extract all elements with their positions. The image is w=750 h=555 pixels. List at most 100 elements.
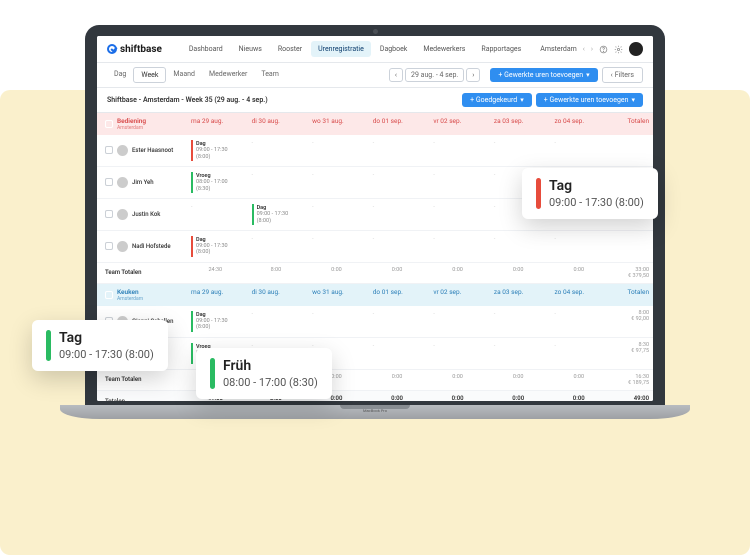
checkbox[interactable] bbox=[105, 242, 113, 250]
shift-color-bar bbox=[46, 330, 51, 361]
day-cell[interactable]: - bbox=[306, 167, 367, 198]
day-cell[interactable]: - bbox=[246, 167, 307, 198]
day-cell[interactable]: - bbox=[488, 135, 549, 166]
day-cell[interactable]: - bbox=[548, 338, 609, 369]
day-cell[interactable]: - bbox=[548, 231, 609, 262]
filters-button[interactable]: ‹Filters bbox=[602, 67, 643, 83]
chevron-left-icon[interactable]: ‹ bbox=[583, 45, 585, 53]
day-cell[interactable]: - bbox=[306, 306, 367, 337]
row-total: 8:00€ 92,00 bbox=[609, 306, 653, 337]
shift-card-detail: 09:00 - 17:30 (8:00) bbox=[549, 196, 644, 209]
nav-nieuws[interactable]: Nieuws bbox=[232, 41, 269, 57]
shift-block[interactable]: Dag09:00 - 17:30 (8:00) bbox=[252, 204, 301, 225]
chevron-down-icon: ▾ bbox=[586, 71, 590, 79]
view-tab-medewerker[interactable]: Medewerker bbox=[202, 67, 254, 83]
employee-name: Ester Haasnoot bbox=[132, 147, 173, 154]
nav-rapportages[interactable]: Rapportages bbox=[474, 41, 528, 57]
day-cell[interactable]: - bbox=[367, 135, 428, 166]
day-cell[interactable]: - bbox=[185, 199, 246, 230]
view-tab-team[interactable]: Team bbox=[254, 67, 286, 83]
day-cell[interactable]: - bbox=[306, 199, 367, 230]
view-tab-dag[interactable]: Dag bbox=[107, 67, 133, 83]
day-cell[interactable]: Dag09:00 - 17:30 (8:00) bbox=[185, 231, 246, 262]
day-cell[interactable]: - bbox=[427, 231, 488, 262]
day-cell[interactable]: - bbox=[427, 199, 488, 230]
day-header: zo 04 sep. bbox=[548, 113, 609, 135]
main-nav: DashboardNieuwsRoosterUrenregistratieDag… bbox=[182, 41, 528, 57]
day-cell[interactable]: - bbox=[367, 199, 428, 230]
row-total bbox=[609, 135, 653, 166]
day-cell[interactable]: - bbox=[427, 167, 488, 198]
section-header: KeukenAmsterdamma 29 aug.di 30 aug.wo 31… bbox=[97, 284, 653, 306]
shift-card-tag-red: Tag 09:00 - 17:30 (8:00) bbox=[522, 168, 658, 219]
avatar bbox=[117, 145, 128, 156]
nav-medewerkers[interactable]: Medewerkers bbox=[416, 41, 472, 57]
day-cell[interactable]: - bbox=[427, 135, 488, 166]
nav-dashboard[interactable]: Dashboard bbox=[182, 41, 230, 57]
shift-card-detail: 08:00 - 17:00 (8:30) bbox=[223, 376, 318, 389]
team-totals-row: Team Totalen16:300:000:000:000:000:000:0… bbox=[97, 370, 653, 391]
day-cell[interactable]: - bbox=[548, 306, 609, 337]
view-tab-maand[interactable]: Maand bbox=[166, 67, 202, 83]
employee-name: Nadi Hofstede bbox=[132, 243, 171, 250]
day-cell[interactable]: Dag09:00 - 17:30 (8:00) bbox=[246, 199, 307, 230]
help-icon[interactable] bbox=[599, 45, 608, 54]
location-picker[interactable]: Amsterdam bbox=[540, 45, 577, 53]
day-header: wo 31 aug. bbox=[306, 284, 367, 306]
day-cell[interactable]: - bbox=[306, 231, 367, 262]
day-cell[interactable]: Vroeg08:00 - 17:00 (8:30) bbox=[185, 167, 246, 198]
day-cell[interactable]: - bbox=[367, 306, 428, 337]
shift-card-title: Tag bbox=[549, 178, 644, 194]
checkbox[interactable] bbox=[105, 178, 113, 186]
date-range[interactable]: 29 aug. - 4 sep. bbox=[405, 68, 464, 82]
date-prev[interactable]: ‹ bbox=[389, 68, 403, 82]
shift-block[interactable]: Dag09:00 - 17:30 (8:00) bbox=[191, 140, 240, 161]
user-avatar[interactable] bbox=[629, 42, 643, 56]
day-cell[interactable]: - bbox=[246, 306, 307, 337]
shift-block[interactable]: Vroeg08:00 - 17:00 (8:30) bbox=[191, 172, 240, 193]
day-cell[interactable]: - bbox=[367, 338, 428, 369]
day-header: wo 31 aug. bbox=[306, 113, 367, 135]
view-tab-week[interactable]: Week bbox=[133, 67, 166, 83]
checkbox[interactable] bbox=[105, 210, 113, 218]
gear-icon[interactable] bbox=[614, 45, 623, 54]
day-cell[interactable]: - bbox=[246, 231, 307, 262]
shift-block[interactable]: Dag09:00 - 17:30 (8:00) bbox=[191, 236, 240, 257]
date-next[interactable]: › bbox=[466, 68, 480, 82]
day-cell[interactable]: - bbox=[427, 338, 488, 369]
nav-rooster[interactable]: Rooster bbox=[271, 41, 309, 57]
context-bar: Shiftbase - Amsterdam - Week 35 (29 aug.… bbox=[97, 88, 653, 113]
day-cell[interactable]: - bbox=[488, 231, 549, 262]
view-bar: DagWeekMaandMedewerkerTeam ‹ 29 aug. - 4… bbox=[97, 63, 653, 88]
checkbox[interactable] bbox=[105, 120, 113, 128]
day-cell[interactable]: - bbox=[427, 306, 488, 337]
add-hours-context-button[interactable]: + Gewerkte uren toevoegen▾ bbox=[536, 93, 643, 107]
day-cell[interactable]: Dag09:00 - 17:30 (8:00) bbox=[185, 135, 246, 166]
day-cell[interactable]: - bbox=[367, 231, 428, 262]
day-cell[interactable]: - bbox=[367, 167, 428, 198]
nav-urenregistratie[interactable]: Urenregistratie bbox=[311, 41, 371, 57]
day-header: di 30 aug. bbox=[246, 284, 307, 306]
employee-row: Gianni SchellenDag09:00 - 17:30 (8:00)--… bbox=[97, 306, 653, 338]
employee-row: Paulien Heidenr...Vroeg08:00 - 17:00 (8:… bbox=[97, 338, 653, 370]
laptop-mockup: shiftbase DashboardNieuwsRoosterUrenregi… bbox=[85, 25, 665, 425]
employee-name: Justin Kok bbox=[132, 211, 160, 218]
shift-block[interactable]: Dag09:00 - 17:30 (8:00) bbox=[191, 311, 240, 332]
checkbox[interactable] bbox=[105, 146, 113, 154]
day-header: vr 02 sep. bbox=[427, 113, 488, 135]
day-cell[interactable]: - bbox=[488, 338, 549, 369]
day-header: di 30 aug. bbox=[246, 113, 307, 135]
approved-button[interactable]: + Goedgekeurd▾ bbox=[462, 93, 532, 107]
laptop-base: MacBook Pro bbox=[60, 405, 690, 419]
day-cell[interactable]: - bbox=[488, 306, 549, 337]
day-cell[interactable]: - bbox=[306, 135, 367, 166]
add-hours-button[interactable]: + Gewerkte uren toevoegen▾ bbox=[490, 68, 597, 82]
day-cell[interactable]: Dag09:00 - 17:30 (8:00) bbox=[185, 306, 246, 337]
avatar bbox=[117, 241, 128, 252]
nav-dagboek[interactable]: Dagboek bbox=[373, 41, 415, 57]
logo[interactable]: shiftbase bbox=[107, 44, 162, 55]
checkbox[interactable] bbox=[105, 291, 113, 299]
day-cell[interactable]: - bbox=[246, 135, 307, 166]
day-cell[interactable]: - bbox=[548, 135, 609, 166]
chevron-right-icon[interactable]: › bbox=[591, 45, 593, 53]
